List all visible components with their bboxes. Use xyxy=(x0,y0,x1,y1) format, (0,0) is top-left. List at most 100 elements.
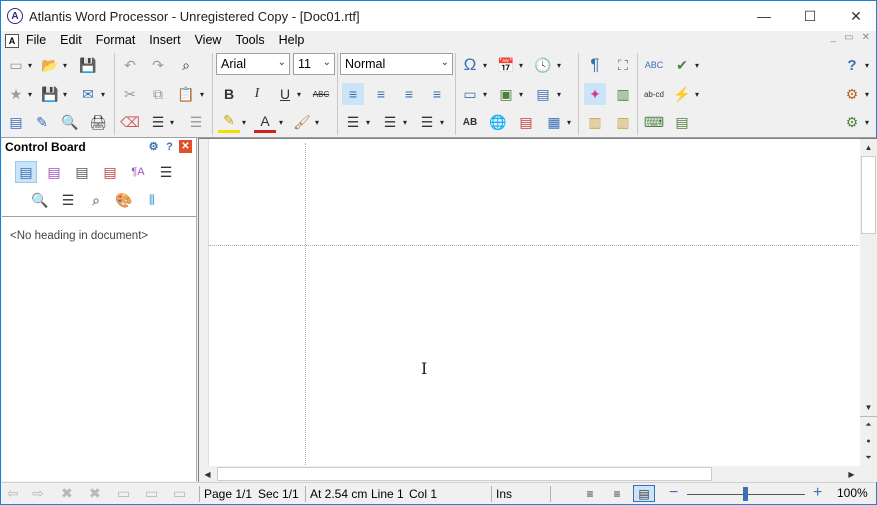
web-view-button[interactable]: ≡ xyxy=(606,485,628,502)
picture-icon[interactable]: ▣ xyxy=(495,83,517,105)
lines-icon[interactable]: ☰ xyxy=(57,189,79,211)
line-spacing-dropdown-arrow[interactable]: ▾ xyxy=(170,111,178,133)
frame-dropdown-arrow[interactable]: ▾ xyxy=(483,83,491,105)
autocorrect-dropdown-arrow[interactable]: ▾ xyxy=(695,54,703,76)
autocorrect-icon[interactable]: ✔ xyxy=(671,54,693,76)
symbol-dropdown-arrow[interactable]: ▾ xyxy=(483,54,491,76)
favorites-dropdown-arrow[interactable]: ▾ xyxy=(28,83,36,105)
page-layout-icon[interactable]: ✦ xyxy=(584,83,606,105)
close-icon[interactable]: ✕ xyxy=(179,140,192,153)
symbol-omega-icon[interactable]: Ω xyxy=(459,54,481,76)
table-icon[interactable]: ▦ xyxy=(543,111,565,133)
save-icon[interactable]: 💾 xyxy=(77,54,99,76)
maximize-button[interactable]: ☐ xyxy=(787,1,833,31)
menu-view[interactable]: View xyxy=(188,31,229,50)
favorites-star-icon[interactable]: ★ xyxy=(5,83,27,105)
vertical-scrollbar[interactable]: ▲ ▼ ⏶ ● ⏷ xyxy=(860,138,877,466)
scroll-down-button[interactable]: ▼ xyxy=(860,399,877,415)
browse-object-button[interactable]: ● xyxy=(860,433,877,449)
hyperlink-icon[interactable]: ▤ xyxy=(515,111,537,133)
mdi-close-button[interactable]: ✕ xyxy=(862,32,870,43)
print-preview-icon[interactable]: 🔍 xyxy=(59,111,81,133)
edit-document-icon[interactable]: ✎ xyxy=(31,111,53,133)
table-dropdown-arrow[interactable]: ▾ xyxy=(567,111,575,133)
time-clock-icon[interactable]: 🕓 xyxy=(532,54,554,76)
mdi-restore-button[interactable]: ▭ xyxy=(844,32,853,43)
outline-view-icon[interactable]: ▤ xyxy=(15,161,37,183)
settings-dropdown-arrow[interactable]: ▾ xyxy=(865,111,873,133)
horizontal-ruler-icon[interactable]: ▥ xyxy=(584,111,606,133)
style-combo[interactable]: Normal ⌄ xyxy=(340,53,453,75)
italic-button[interactable]: I xyxy=(246,83,268,105)
styles-view-icon[interactable]: ▤ xyxy=(43,161,65,183)
list-icon[interactable]: ☰ xyxy=(155,161,177,183)
multilevel-dropdown-arrow[interactable]: ▾ xyxy=(440,111,448,133)
font-name-combo[interactable]: Arial ⌄ xyxy=(216,53,290,75)
zoom-search-icon[interactable]: 🔍 xyxy=(29,189,51,211)
nav-box-icon[interactable]: ▭ xyxy=(117,485,130,502)
back-arrow-icon[interactable]: ⇦ xyxy=(7,485,19,502)
print-icon[interactable]: 🖨 xyxy=(87,111,109,133)
settings-gear-icon[interactable]: ⚙ xyxy=(841,111,863,133)
insert-mode-indicator[interactable]: Ins xyxy=(491,486,551,502)
format-painter-dropdown-arrow[interactable]: ▾ xyxy=(315,111,323,133)
zoom-out-button[interactable]: − xyxy=(669,484,678,502)
text-frame-icon[interactable]: ▭ xyxy=(459,83,481,105)
vertical-ruler-icon[interactable]: ▥ xyxy=(612,111,634,133)
menu-file[interactable]: File xyxy=(19,31,53,50)
page-view-icon[interactable]: ▤ xyxy=(71,161,93,183)
menu-edit[interactable]: Edit xyxy=(53,31,89,50)
new-dropdown-arrow[interactable]: ▾ xyxy=(28,54,36,76)
eraser-icon[interactable]: ⌫ xyxy=(119,111,141,133)
help-icon[interactable]: ? xyxy=(841,54,863,76)
email-icon[interactable]: ✉ xyxy=(77,83,99,105)
font-color-icon[interactable]: A xyxy=(254,111,276,133)
highlight-icon[interactable]: ✎ xyxy=(218,111,240,133)
options-icon[interactable]: ⚙ xyxy=(841,83,863,105)
align-left-button[interactable]: ≡ xyxy=(342,83,364,105)
help-dropdown-arrow[interactable]: ▾ xyxy=(865,54,873,76)
date-calendar-icon[interactable]: 📅 xyxy=(495,54,517,76)
mdi-minimize-button[interactable]: _ xyxy=(831,32,837,43)
delete-all-icon[interactable]: ✖ xyxy=(89,485,101,502)
copy-icon[interactable]: ⧉ xyxy=(147,83,169,105)
picture-dropdown-arrow[interactable]: ▾ xyxy=(519,83,527,105)
help-icon[interactable]: ? xyxy=(163,140,176,153)
menu-help[interactable]: Help xyxy=(272,31,312,50)
bold-button[interactable]: B xyxy=(218,83,240,105)
fullscreen-icon[interactable]: ⛶ xyxy=(612,54,634,76)
zoom-slider-thumb[interactable] xyxy=(743,487,748,501)
numbering-dropdown-arrow[interactable]: ▾ xyxy=(403,111,411,133)
keyboard-icon[interactable]: ⌨ xyxy=(643,111,665,133)
bullets-icon[interactable]: ☰ xyxy=(342,111,364,133)
next-page-button[interactable]: ⏷ xyxy=(860,450,877,466)
horizontal-scroll-thumb[interactable] xyxy=(217,467,712,481)
previous-page-button[interactable]: ⏶ xyxy=(860,416,877,432)
ruler-icon[interactable]: ▥ xyxy=(612,83,634,105)
underline-dropdown-arrow[interactable]: ▾ xyxy=(297,83,305,105)
align-right-button[interactable]: ≡ xyxy=(398,83,420,105)
email-dropdown-arrow[interactable]: ▾ xyxy=(101,83,109,105)
globe-icon[interactable]: 🌐 xyxy=(487,111,509,133)
multilevel-list-icon[interactable]: ☰ xyxy=(416,111,438,133)
quick-action-dropdown-arrow[interactable]: ▾ xyxy=(695,83,703,105)
quick-action-lightning-icon[interactable]: ⚡ xyxy=(671,83,693,105)
align-center-button[interactable]: ≡ xyxy=(370,83,392,105)
page-view-button[interactable]: ▤ xyxy=(633,485,655,502)
document-editor[interactable]: I xyxy=(198,138,860,467)
open-dropdown-arrow[interactable]: ▾ xyxy=(63,54,71,76)
vertical-scroll-thumb[interactable] xyxy=(861,156,876,234)
menu-tools[interactable]: Tools xyxy=(228,31,271,50)
scroll-up-button[interactable]: ▲ xyxy=(860,139,877,155)
page-break-dropdown-arrow[interactable]: ▾ xyxy=(557,83,565,105)
show-formatting-pilcrow-icon[interactable]: ¶ xyxy=(584,54,606,76)
highlight-dropdown-arrow[interactable]: ▾ xyxy=(242,111,250,133)
forward-arrow-icon[interactable]: ⇨ xyxy=(32,485,44,502)
nav-box-icon[interactable]: ▭ xyxy=(145,485,158,502)
paste-icon[interactable]: 📋 xyxy=(175,83,197,105)
open-folder-icon[interactable]: 📂 xyxy=(39,54,61,76)
change-case-icon[interactable]: AB xyxy=(459,111,481,133)
numbering-icon[interactable]: ☰ xyxy=(379,111,401,133)
date-dropdown-arrow[interactable]: ▾ xyxy=(519,54,527,76)
scroll-left-button[interactable]: ◀ xyxy=(199,466,216,482)
